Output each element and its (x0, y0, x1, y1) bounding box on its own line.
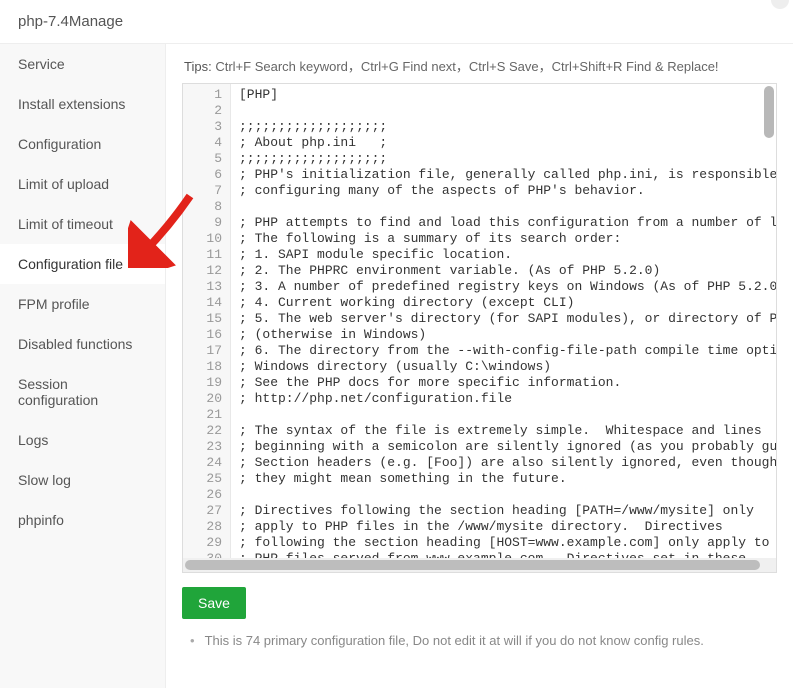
code-line[interactable]: ; PHP files served from www.example.com.… (239, 551, 776, 558)
line-number: 21 (183, 407, 222, 423)
line-number: 2 (183, 103, 222, 119)
line-number: 10 (183, 231, 222, 247)
main-container: ServiceInstall extensionsConfigurationLi… (0, 44, 793, 688)
code-line[interactable]: ; 4. Current working directory (except C… (239, 295, 776, 311)
code-line[interactable]: ;;;;;;;;;;;;;;;;;;; (239, 119, 776, 135)
line-number: 17 (183, 343, 222, 359)
bullet-icon: • (190, 633, 195, 648)
code-line[interactable]: ; PHP attempts to find and load this con… (239, 215, 776, 231)
line-number: 28 (183, 519, 222, 535)
line-number: 9 (183, 215, 222, 231)
line-number: 15 (183, 311, 222, 327)
save-button[interactable]: Save (182, 587, 246, 619)
line-number: 3 (183, 119, 222, 135)
tips-label: Tips: (184, 59, 212, 74)
sidebar-item-configuration[interactable]: Configuration (0, 124, 165, 164)
code-line[interactable] (239, 103, 776, 119)
window-title: php-7.4Manage (18, 13, 123, 30)
code-line[interactable] (239, 407, 776, 423)
horizontal-scrollbar-track[interactable] (183, 558, 776, 572)
line-number: 25 (183, 471, 222, 487)
line-number: 16 (183, 327, 222, 343)
line-number: 14 (183, 295, 222, 311)
sidebar-item-limit-of-upload[interactable]: Limit of upload (0, 164, 165, 204)
code-line[interactable]: ; The following is a summary of its sear… (239, 231, 776, 247)
line-number: 13 (183, 279, 222, 295)
line-number: 29 (183, 535, 222, 551)
vertical-scrollbar-thumb[interactable] (764, 86, 774, 138)
code-line[interactable]: ; apply to PHP files in the /www/mysite … (239, 519, 776, 535)
code-line[interactable]: ; About php.ini ; (239, 135, 776, 151)
code-line[interactable]: ; 3. A number of predefined registry key… (239, 279, 776, 295)
code-line[interactable]: ; 5. The web server's directory (for SAP… (239, 311, 776, 327)
editor-scroll: 1234567891011121314151617181920212223242… (183, 84, 776, 558)
line-number: 27 (183, 503, 222, 519)
code-line[interactable]: ;;;;;;;;;;;;;;;;;;; (239, 151, 776, 167)
code-line[interactable]: ; beginning with a semicolon are silentl… (239, 439, 776, 455)
line-number: 6 (183, 167, 222, 183)
sidebar-item-logs[interactable]: Logs (0, 420, 165, 460)
line-number: 12 (183, 263, 222, 279)
line-number: 4 (183, 135, 222, 151)
sidebar-item-limit-of-timeout[interactable]: Limit of timeout (0, 204, 165, 244)
line-number: 26 (183, 487, 222, 503)
tips-bar: Tips: Ctrl+F Search keyword，Ctrl+G Find … (182, 56, 777, 75)
sidebar-item-disabled-functions[interactable]: Disabled functions (0, 324, 165, 364)
code-line[interactable]: [PHP] (239, 87, 776, 103)
code-line[interactable]: ; 1. SAPI module specific location. (239, 247, 776, 263)
code-line[interactable]: ; PHP's initialization file, generally c… (239, 167, 776, 183)
code-line[interactable]: ; 2. The PHPRC environment variable. (As… (239, 263, 776, 279)
line-gutter: 1234567891011121314151617181920212223242… (183, 84, 231, 558)
code-line[interactable]: ; following the section heading [HOST=ww… (239, 535, 776, 551)
footer-note: • This is 74 primary configuration file,… (182, 633, 777, 648)
sidebar-item-fpm-profile[interactable]: FPM profile (0, 284, 165, 324)
line-number: 8 (183, 199, 222, 215)
sidebar-item-session-configuration[interactable]: Session configuration (0, 364, 165, 420)
line-number: 18 (183, 359, 222, 375)
code-line[interactable] (239, 199, 776, 215)
line-number: 1 (183, 87, 222, 103)
sidebar-item-configuration-file[interactable]: Configuration file (0, 244, 165, 284)
code-line[interactable] (239, 487, 776, 503)
sidebar-item-phpinfo[interactable]: phpinfo (0, 500, 165, 540)
code-line[interactable]: ; (otherwise in Windows) (239, 327, 776, 343)
sidebar-item-slow-log[interactable]: Slow log (0, 460, 165, 500)
line-number: 11 (183, 247, 222, 263)
line-number: 30 (183, 551, 222, 558)
footer-note-text: This is 74 primary configuration file, D… (205, 633, 704, 648)
code-line[interactable]: ; See the PHP docs for more specific inf… (239, 375, 776, 391)
code-line[interactable]: ; The syntax of the file is extremely si… (239, 423, 776, 439)
window-header: php-7.4Manage (0, 0, 793, 44)
horizontal-scrollbar-thumb[interactable] (185, 560, 760, 570)
line-number: 5 (183, 151, 222, 167)
code-editor[interactable]: 1234567891011121314151617181920212223242… (183, 84, 776, 558)
code-line[interactable]: ; Directives following the section headi… (239, 503, 776, 519)
sidebar: ServiceInstall extensionsConfigurationLi… (0, 44, 166, 688)
main-panel: Tips: Ctrl+F Search keyword，Ctrl+G Find … (166, 44, 793, 688)
code-line[interactable]: ; 6. The directory from the --with-confi… (239, 343, 776, 359)
code-line[interactable]: ; Windows directory (usually C:\windows) (239, 359, 776, 375)
code-line[interactable]: ; Section headers (e.g. [Foo]) are also … (239, 455, 776, 471)
sidebar-item-service[interactable]: Service (0, 44, 165, 84)
code-content[interactable]: [PHP];;;;;;;;;;;;;;;;;;;; About php.ini … (231, 84, 776, 558)
tips-text: Ctrl+F Search keyword，Ctrl+G Find next，C… (215, 59, 718, 74)
code-line[interactable]: ; http://php.net/configuration.file (239, 391, 776, 407)
sidebar-item-install-extensions[interactable]: Install extensions (0, 84, 165, 124)
line-number: 23 (183, 439, 222, 455)
line-number: 22 (183, 423, 222, 439)
line-number: 24 (183, 455, 222, 471)
editor-container: 1234567891011121314151617181920212223242… (182, 83, 777, 573)
code-line[interactable]: ; configuring many of the aspects of PHP… (239, 183, 776, 199)
code-line[interactable]: ; they might mean something in the futur… (239, 471, 776, 487)
line-number: 20 (183, 391, 222, 407)
line-number: 19 (183, 375, 222, 391)
line-number: 7 (183, 183, 222, 199)
